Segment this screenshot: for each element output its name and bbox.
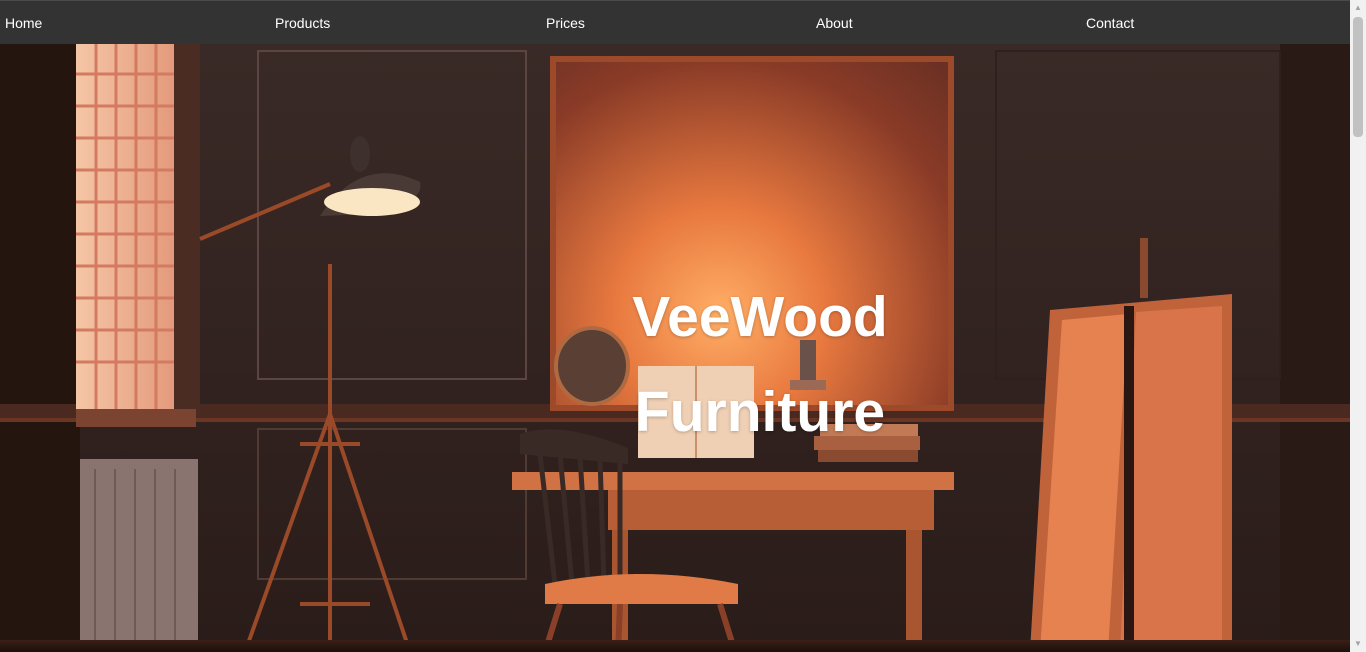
scrollbar-thumb[interactable] (1353, 17, 1363, 137)
hero-title-line-2: Furniture (634, 380, 886, 444)
nav-home-link[interactable]: Home (5, 1, 42, 45)
nav-contact-link[interactable]: Contact (1086, 1, 1134, 45)
hero-title-line-1: VeeWood (632, 285, 888, 349)
arrow-down-icon[interactable]: ▼ (1350, 636, 1366, 652)
page-viewport: Home Products Prices About Contact VeeWo… (0, 0, 1350, 652)
arrow-up-icon[interactable]: ▲ (1350, 0, 1366, 16)
vertical-scrollbar[interactable]: ▲ ▼ (1350, 0, 1366, 652)
hero-section: VeeWood Furniture (0, 44, 1350, 652)
nav-prices-link[interactable]: Prices (546, 1, 585, 45)
nav-products-link[interactable]: Products (275, 1, 330, 45)
nav-about-link[interactable]: About (816, 1, 853, 45)
top-navbar: Home Products Prices About Contact (0, 0, 1350, 44)
